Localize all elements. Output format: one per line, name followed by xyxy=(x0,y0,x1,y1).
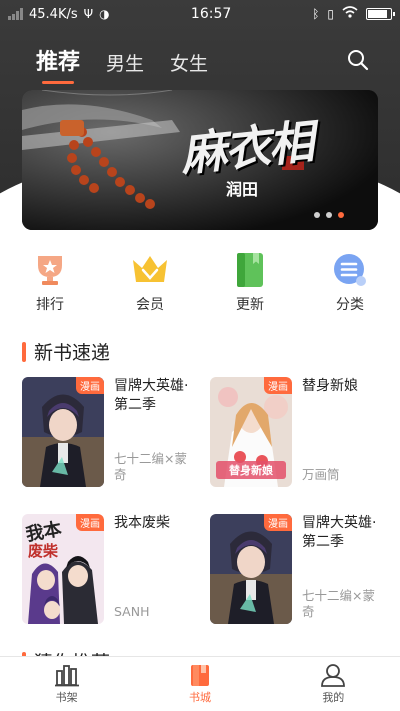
nav-label: 书架 xyxy=(55,691,78,704)
book-author: 万画筒 xyxy=(302,467,340,482)
book-card[interactable]: 我本 废柴 漫画 我本废柴 SANH xyxy=(22,514,192,626)
usb-icon: Ψ xyxy=(83,7,94,21)
nav-profile[interactable]: 我的 xyxy=(267,657,400,711)
profile-icon xyxy=(321,664,346,687)
book-author: SANH xyxy=(114,604,150,619)
category-label: 分类 xyxy=(336,297,364,313)
banner-title: 麻衣相 xyxy=(177,114,315,182)
category-label: 排行 xyxy=(36,297,64,313)
vibrate-icon: ▯ xyxy=(327,7,334,21)
bookshelf-icon xyxy=(54,665,79,687)
network-speed: 45.4K/s xyxy=(29,6,78,22)
crown-icon xyxy=(130,252,170,288)
trophy-icon xyxy=(30,252,70,288)
book-cover: 我本 废柴 漫画 xyxy=(22,514,104,624)
status-bar: 45.4K/s Ψ ◑ 16:57 ᛒ ▯ xyxy=(0,0,400,28)
category-label: 会员 xyxy=(136,297,164,313)
book-author: 七十二编×蒙奇 xyxy=(302,588,375,619)
category-classify[interactable]: 分类 xyxy=(300,252,400,314)
nav-label: 我的 xyxy=(322,691,345,704)
carousel-indicator xyxy=(314,212,344,218)
book-title: 冒牌大英雄·第二季 xyxy=(114,378,189,413)
battery-icon xyxy=(366,8,395,20)
category-bar: 排行 会员 更新 分类 xyxy=(0,252,400,314)
nav-label: 书城 xyxy=(188,691,211,704)
carousel-dot[interactable] xyxy=(314,212,320,218)
nav-bookstore[interactable]: 书城 xyxy=(133,657,266,711)
signal-icon xyxy=(8,8,23,20)
book-author: 七十二编×蒙奇 xyxy=(114,451,187,482)
category-ranking[interactable]: 排行 xyxy=(0,252,100,314)
bottom-navigation: 书架 书城 我的 xyxy=(0,656,400,711)
carousel-dot-active[interactable] xyxy=(338,212,344,218)
tab-female[interactable]: 女生 xyxy=(170,49,208,76)
search-icon[interactable] xyxy=(346,48,370,72)
book-title: 替身新娘 xyxy=(302,378,358,394)
comic-tag: 漫画 xyxy=(264,377,292,394)
bluetooth-icon: ᛒ xyxy=(312,7,320,21)
book-icon xyxy=(230,252,270,288)
tab-recommend[interactable]: 推荐 xyxy=(36,44,80,84)
category-vip[interactable]: 会员 xyxy=(100,252,200,314)
book-cover: 漫画 xyxy=(22,377,104,487)
book-cover: 替身新娘 漫画 xyxy=(210,377,292,487)
comic-tag: 漫画 xyxy=(76,514,104,531)
section-header: 新书速递 xyxy=(22,338,110,365)
clock: 16:57 xyxy=(190,6,232,22)
book-cover: 漫画 xyxy=(210,514,292,624)
book-card[interactable]: 漫画 冒牌大英雄·第二季 七十二编×蒙奇 xyxy=(210,514,380,626)
top-tabs: 推荐 男生 女生 xyxy=(36,44,208,84)
tab-male[interactable]: 男生 xyxy=(106,49,144,76)
book-title: 我本废柴 xyxy=(114,515,170,531)
svg-text:废柴: 废柴 xyxy=(28,542,59,560)
nav-bookshelf[interactable]: 书架 xyxy=(0,657,133,711)
section-accent-bar xyxy=(22,341,26,362)
banner-subtitle: 润田 xyxy=(226,180,259,199)
section-title: 新书速递 xyxy=(34,342,111,364)
comic-tag: 漫画 xyxy=(76,377,104,394)
carousel-dot[interactable] xyxy=(326,212,332,218)
svg-text:替身新娘: 替身新娘 xyxy=(229,463,273,477)
app-notification-icon: ◑ xyxy=(99,7,110,21)
category-update[interactable]: 更新 xyxy=(200,252,300,314)
book-title: 冒牌大英雄·第二季 xyxy=(302,515,377,550)
app-screen: 45.4K/s Ψ ◑ 16:57 ᛒ ▯ 推荐 男生 女生 麻衣相 润田 排行… xyxy=(0,0,400,711)
wifi-icon xyxy=(342,6,358,22)
book-card[interactable]: 漫画 冒牌大英雄·第二季 七十二编×蒙奇 xyxy=(22,377,192,489)
category-icon xyxy=(330,252,370,288)
book-card[interactable]: 替身新娘 漫画 替身新娘 万画筒 xyxy=(210,377,380,489)
comic-tag: 漫画 xyxy=(264,514,292,531)
bookstore-icon xyxy=(190,665,209,686)
banner-carousel[interactable]: 麻衣相 润田 xyxy=(22,90,378,230)
category-label: 更新 xyxy=(236,297,264,313)
